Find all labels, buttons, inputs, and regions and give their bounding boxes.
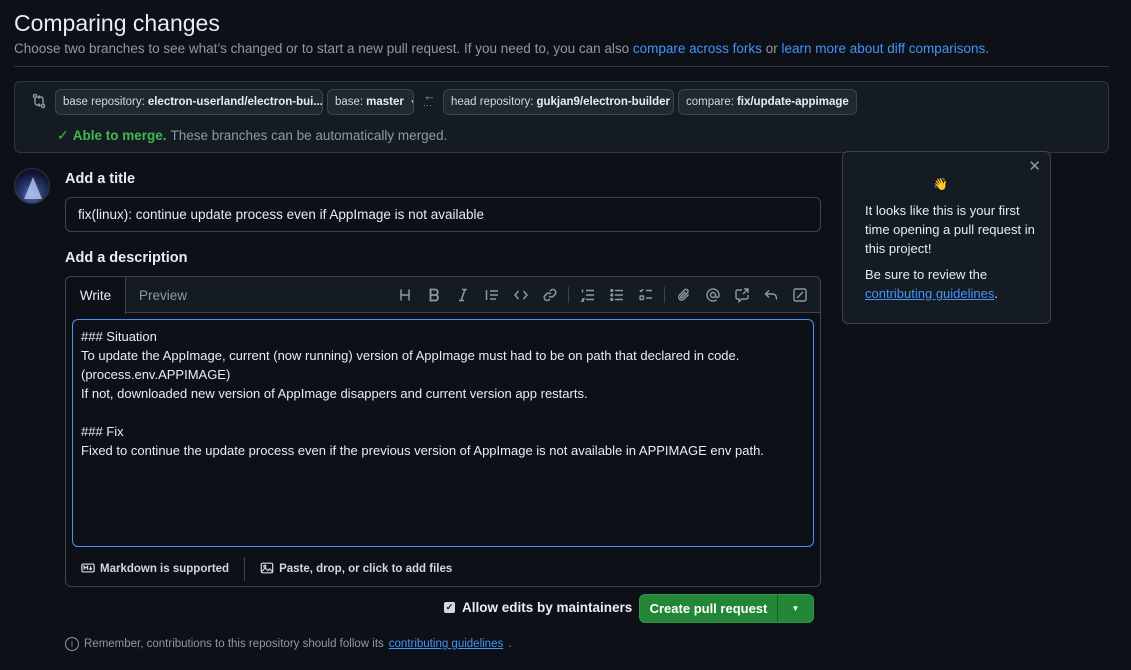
editor-tabbar: Write Preview bbox=[66, 277, 820, 314]
merge-status-detail: These branches can be automatically merg… bbox=[170, 128, 448, 143]
unordered-list-icon[interactable] bbox=[602, 281, 631, 309]
base-repo-label: base repository: bbox=[63, 96, 145, 108]
cross-reference-icon[interactable] bbox=[727, 281, 756, 309]
code-icon[interactable] bbox=[506, 281, 535, 309]
mention-icon[interactable] bbox=[698, 281, 727, 309]
markdown-icon bbox=[81, 561, 95, 578]
compare-page: Comparing changes Choose two branches to… bbox=[0, 0, 1131, 670]
allow-edits: ✓ Allow edits by maintainers ? bbox=[444, 600, 654, 615]
italic-icon[interactable] bbox=[448, 281, 477, 309]
quote-icon[interactable] bbox=[477, 281, 506, 309]
check-icon: ✓ bbox=[57, 127, 69, 143]
popover-review-end: . bbox=[994, 286, 998, 301]
remember-note: i Remember, contributions to this reposi… bbox=[65, 637, 511, 651]
compare-value: fix/update-appimage bbox=[736, 96, 849, 108]
fullscreen-icon[interactable] bbox=[785, 281, 814, 309]
close-icon[interactable]: ✕ bbox=[1028, 157, 1041, 176]
title-label: Add a title bbox=[65, 171, 136, 187]
allow-edits-label: Allow edits by maintainers bbox=[462, 600, 633, 615]
allow-edits-checkbox[interactable]: ✓ bbox=[444, 602, 455, 613]
subtitle-or: or bbox=[761, 41, 782, 56]
page-title: Comparing changes bbox=[14, 10, 220, 36]
merge-status: ✓ Able to merge. These branches can be a… bbox=[57, 127, 447, 144]
info-icon: i bbox=[65, 637, 79, 651]
popover-review-text: Be sure to review the bbox=[865, 267, 988, 282]
markdown-note: Markdown is supported bbox=[100, 563, 230, 575]
head-repo-value: gukjan9/electron-builder bbox=[536, 96, 671, 108]
remember-end: . bbox=[508, 638, 512, 650]
create-pull-request-group: Create pull request ▼ bbox=[639, 594, 814, 623]
avatar[interactable] bbox=[14, 168, 50, 204]
git-compare-icon bbox=[31, 93, 47, 109]
markdown-toolbar bbox=[390, 277, 814, 313]
link-icon[interactable] bbox=[535, 281, 564, 309]
tab-preview[interactable]: Preview bbox=[128, 277, 198, 314]
toolbar-separator bbox=[664, 287, 665, 303]
page-subtitle: Choose two branches to see what’s change… bbox=[14, 41, 989, 56]
wave-icon: 👋 bbox=[933, 177, 948, 191]
base-label: base: bbox=[335, 96, 364, 108]
create-options-dropdown[interactable]: ▼ bbox=[778, 604, 813, 613]
attach-note: Paste, drop, or click to add files bbox=[279, 563, 453, 575]
compare-forks-link[interactable]: compare across forks bbox=[633, 41, 762, 56]
description-label: Add a description bbox=[65, 250, 188, 266]
contributing-guidelines-link[interactable]: contributing guidelines bbox=[389, 638, 503, 650]
markdown-supported-link[interactable]: Markdown is supported bbox=[66, 561, 244, 578]
subtitle-text: Choose two branches to see what’s change… bbox=[14, 41, 633, 56]
subtitle-end: . bbox=[985, 41, 990, 56]
attach-files-button[interactable]: Paste, drop, or click to add files bbox=[245, 561, 467, 578]
range-editor: base repository: electron-userland/electr… bbox=[14, 81, 1109, 153]
head-repository-select[interactable]: head repository: gukjan9/electron-builder… bbox=[443, 89, 674, 115]
create-pull-request-button[interactable]: Create pull request bbox=[640, 595, 778, 622]
popover-message: It looks like this is your first time op… bbox=[865, 203, 1035, 256]
tab-write[interactable]: Write bbox=[66, 277, 126, 314]
head-repo-label: head repository: bbox=[451, 96, 534, 108]
learn-diff-link[interactable]: learn more about diff comparisons bbox=[781, 41, 985, 56]
avatar-image bbox=[24, 177, 42, 199]
bold-icon[interactable] bbox=[419, 281, 448, 309]
reply-icon[interactable] bbox=[756, 281, 785, 309]
remember-text: Remember, contributions to this reposito… bbox=[84, 638, 384, 650]
heading-icon[interactable] bbox=[390, 281, 419, 309]
merge-status-label: Able to merge. bbox=[72, 128, 167, 143]
compare-label: compare: bbox=[686, 96, 734, 108]
first-time-popover: ✕ 👋 It looks like this is your first tim… bbox=[842, 151, 1051, 324]
task-list-icon[interactable] bbox=[631, 281, 660, 309]
image-icon bbox=[260, 561, 274, 578]
chevron-down-icon: ▼ bbox=[855, 98, 856, 107]
chevron-down-icon: ▼ bbox=[791, 604, 800, 613]
popover-guidelines-link[interactable]: contributing guidelines bbox=[865, 286, 994, 301]
numbered-list-icon[interactable] bbox=[573, 281, 602, 309]
popover-review-note: Be sure to review the contributing guide… bbox=[865, 265, 1035, 303]
arrow-left-icon: ← ··· bbox=[423, 88, 436, 110]
base-branch-select[interactable]: base:master ▼ bbox=[327, 89, 414, 115]
chevron-down-icon: ▼ bbox=[410, 98, 413, 107]
description-editor: Write Preview ### Situation To update th… bbox=[65, 276, 821, 587]
title-input[interactable]: fix(linux): continue update process even… bbox=[65, 197, 821, 232]
toolbar-separator bbox=[568, 287, 569, 303]
editor-footer: Markdown is supported Paste, drop, or cl… bbox=[66, 552, 820, 586]
base-repo-value: electron-userland/electron-bui... bbox=[147, 96, 323, 108]
base-value: master bbox=[366, 96, 404, 108]
divider bbox=[14, 66, 1109, 67]
attach-icon[interactable] bbox=[669, 281, 698, 309]
base-repository-select[interactable]: base repository: electron-userland/electr… bbox=[55, 89, 323, 115]
compare-branch-select[interactable]: compare:fix/update-appimage ▼ bbox=[678, 89, 857, 115]
description-textarea[interactable]: ### Situation To update the AppImage, cu… bbox=[72, 319, 814, 547]
